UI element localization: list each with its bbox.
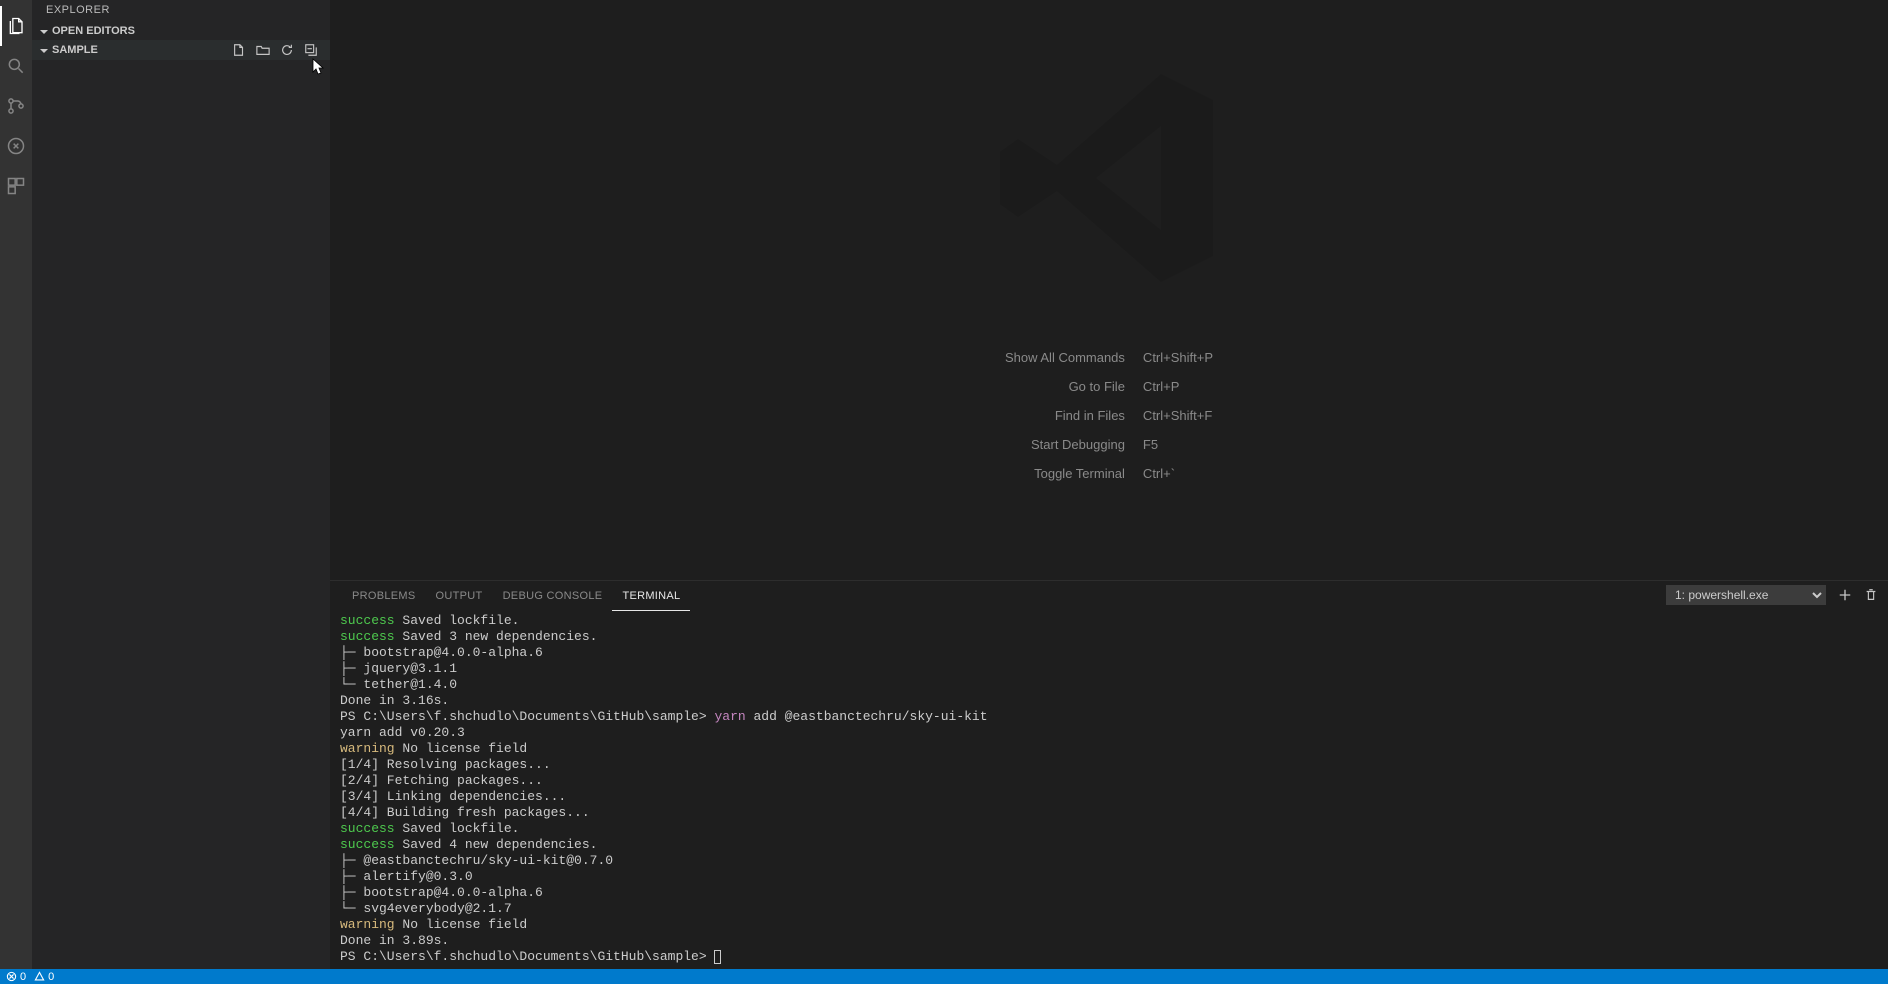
cmd-goto-file-key: Ctrl+P: [1143, 379, 1213, 394]
files-icon: [7, 16, 27, 36]
terminal-line: ├─ jquery@3.1.1: [340, 661, 1878, 677]
terminal-line: Done in 3.16s.: [340, 693, 1878, 709]
activity-search[interactable]: [0, 46, 32, 86]
refresh-button[interactable]: [280, 43, 294, 57]
terminal-line: [1/4] Resolving packages...: [340, 757, 1878, 773]
terminal-line: yarn add v0.20.3: [340, 725, 1878, 741]
terminal-line: success Saved 3 new dependencies.: [340, 629, 1878, 645]
welcome-commands: Show All Commands Ctrl+Shift+P Go to Fil…: [1005, 350, 1213, 481]
terminal-line: ├─ bootstrap@4.0.0-alpha.6: [340, 885, 1878, 901]
terminal-line: [3/4] Linking dependencies...: [340, 789, 1878, 805]
tab-output[interactable]: OUTPUT: [426, 581, 493, 611]
terminal-line: PS C:\Users\f.shchudlo\Documents\GitHub\…: [340, 709, 1878, 725]
new-folder-icon: [256, 43, 270, 57]
caret-down-icon: [40, 27, 48, 35]
tab-debug-console[interactable]: DEBUG CONSOLE: [493, 581, 613, 611]
extensions-icon: [6, 176, 26, 196]
new-file-icon: [232, 43, 246, 57]
terminal-line: warning No license field: [340, 917, 1878, 933]
cmd-show-all-key: Ctrl+Shift+P: [1143, 350, 1213, 365]
tab-problems[interactable]: PROBLEMS: [342, 581, 426, 611]
status-errors[interactable]: 0: [6, 971, 26, 983]
panel-tabs: PROBLEMS OUTPUT DEBUG CONSOLE TERMINAL 1…: [330, 581, 1888, 611]
terminal-line: └─ svg4everybody@2.1.7: [340, 901, 1878, 917]
tab-terminal[interactable]: TERMINAL: [612, 581, 690, 611]
activity-scm[interactable]: [0, 86, 32, 126]
activity-bar: [0, 0, 32, 969]
activity-debug[interactable]: [0, 126, 32, 166]
cmd-start-debug-label: Start Debugging: [1005, 437, 1125, 452]
vscode-watermark-icon: [979, 48, 1239, 308]
terminal-line: Done in 3.89s.: [340, 933, 1878, 949]
terminal-output[interactable]: success Saved lockfile.success Saved 3 n…: [330, 611, 1888, 969]
terminal-line: ├─ alertify@0.3.0: [340, 869, 1878, 885]
new-folder-button[interactable]: [256, 43, 270, 57]
sidebar-title: EXPLORER: [32, 0, 330, 22]
error-icon: [6, 971, 17, 982]
git-icon: [6, 96, 26, 116]
explorer-sidebar: EXPLORER OPEN EDITORS SAMPLE: [32, 0, 330, 969]
plus-icon: [1838, 588, 1852, 602]
new-terminal-button[interactable]: [1838, 588, 1852, 602]
cmd-find-files-label: Find in Files: [1005, 408, 1125, 423]
terminal-line: [4/4] Building fresh packages...: [340, 805, 1878, 821]
open-editors-label: OPEN EDITORS: [52, 25, 322, 37]
debug-icon: [6, 136, 26, 156]
cmd-toggle-term-key: Ctrl+`: [1143, 466, 1213, 481]
terminal-line: ├─ @eastbanctechru/sky-ui-kit@0.7.0: [340, 853, 1878, 869]
kill-terminal-button[interactable]: [1864, 588, 1878, 602]
editor-area: Show All Commands Ctrl+Shift+P Go to Fil…: [330, 0, 1888, 580]
folder-actions: [232, 43, 318, 57]
warning-icon: [34, 971, 45, 982]
status-warnings-count: 0: [48, 971, 54, 983]
status-warnings[interactable]: 0: [34, 971, 54, 983]
cmd-find-files-key: Ctrl+Shift+F: [1143, 408, 1213, 423]
folder-header[interactable]: SAMPLE: [32, 40, 330, 60]
caret-down-icon: [40, 46, 48, 54]
bottom-panel: PROBLEMS OUTPUT DEBUG CONSOLE TERMINAL 1…: [330, 580, 1888, 969]
terminal-line: success Saved lockfile.: [340, 821, 1878, 837]
terminal-line: success Saved lockfile.: [340, 613, 1878, 629]
status-errors-count: 0: [20, 971, 26, 983]
terminal-line: └─ tether@1.4.0: [340, 677, 1878, 693]
cmd-show-all-label: Show All Commands: [1005, 350, 1125, 365]
status-bar: 0 0: [0, 969, 1888, 984]
collapse-all-button[interactable]: [304, 43, 318, 57]
terminal-line: ├─ bootstrap@4.0.0-alpha.6: [340, 645, 1878, 661]
terminal-line: PS C:\Users\f.shchudlo\Documents\GitHub\…: [340, 949, 1878, 965]
terminal-select[interactable]: 1: powershell.exe: [1666, 585, 1826, 605]
collapse-icon: [304, 43, 318, 57]
open-editors-header[interactable]: OPEN EDITORS: [32, 22, 330, 40]
new-file-button[interactable]: [232, 43, 246, 57]
terminal-line: success Saved 4 new dependencies.: [340, 837, 1878, 853]
activity-explorer[interactable]: [0, 6, 32, 46]
cmd-toggle-term-label: Toggle Terminal: [1005, 466, 1125, 481]
activity-extensions[interactable]: [0, 166, 32, 206]
terminal-line: [2/4] Fetching packages...: [340, 773, 1878, 789]
trash-icon: [1864, 588, 1878, 602]
search-icon: [6, 56, 26, 76]
cmd-goto-file-label: Go to File: [1005, 379, 1125, 394]
terminal-line: warning No license field: [340, 741, 1878, 757]
cmd-start-debug-key: F5: [1143, 437, 1213, 452]
panel-actions: 1: powershell.exe: [1666, 585, 1878, 605]
folder-label: SAMPLE: [52, 44, 232, 56]
refresh-icon: [280, 43, 294, 57]
